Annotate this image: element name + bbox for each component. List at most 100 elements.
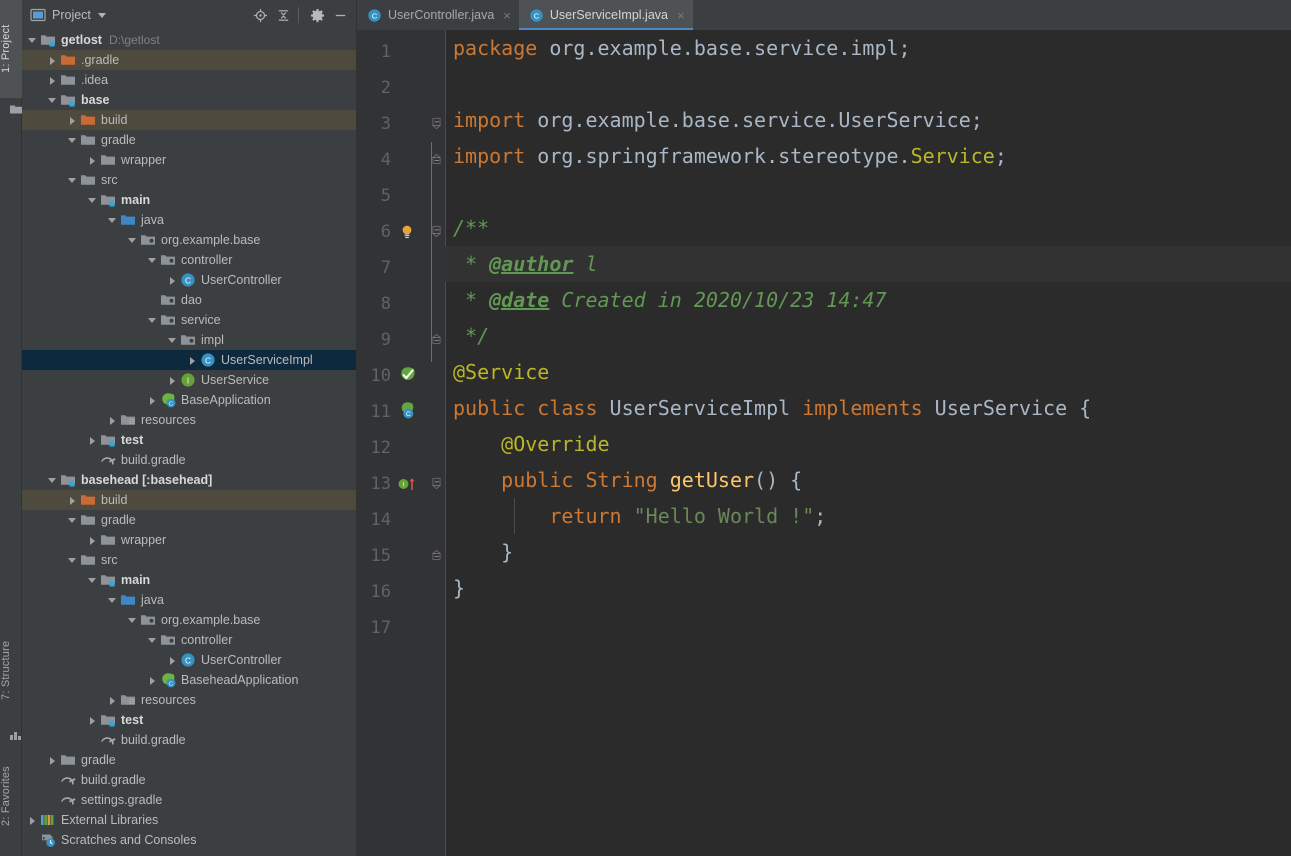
- chevron-right-icon[interactable]: [188, 356, 197, 365]
- chevron-right-icon[interactable]: [88, 436, 97, 445]
- code-line[interactable]: [445, 174, 1291, 210]
- tree-row[interactable]: dao: [22, 290, 356, 310]
- tree-row[interactable]: C BaseheadApplication: [22, 670, 356, 690]
- code-line[interactable]: [445, 606, 1291, 642]
- gutter-line[interactable]: 3: [357, 106, 445, 142]
- chevron-down-icon[interactable]: [88, 196, 97, 205]
- code-content[interactable]: package org.example.base.service.impl; i…: [445, 30, 1291, 856]
- code-line[interactable]: * @author l: [445, 246, 1291, 282]
- chevron-down-icon[interactable]: [108, 596, 117, 605]
- chevron-right-icon[interactable]: [148, 396, 157, 405]
- tree-row[interactable]: C UserServiceImpl: [22, 350, 356, 370]
- close-icon[interactable]: ×: [677, 9, 685, 22]
- spring-bean-check-icon[interactable]: [397, 366, 417, 386]
- tree-row[interactable]: I UserService: [22, 370, 356, 390]
- code-line[interactable]: import org.example.base.service.UserServ…: [445, 102, 1291, 138]
- chevron-right-icon[interactable]: [48, 76, 57, 85]
- chevron-right-icon[interactable]: [168, 656, 177, 665]
- locate-icon[interactable]: [250, 5, 270, 25]
- gutter-line[interactable]: 14: [357, 502, 445, 538]
- chevron-down-icon[interactable]: [68, 136, 77, 145]
- tree-row[interactable]: java: [22, 210, 356, 230]
- collapse-all-icon[interactable]: [273, 5, 293, 25]
- code-line[interactable]: return "Hello World !";: [445, 498, 1291, 534]
- tree-row[interactable]: base: [22, 90, 356, 110]
- chevron-down-icon[interactable]: [148, 636, 157, 645]
- code-line[interactable]: public String getUser() {: [445, 462, 1291, 498]
- chevron-down-icon[interactable]: [97, 12, 106, 18]
- code-line[interactable]: }: [445, 534, 1291, 570]
- editor-gutter[interactable]: 1 2 3 4 5 6 7 8 9 10 11 C 12 13 I 14 15 16 17: [357, 30, 445, 856]
- tree-row[interactable]: C UserController: [22, 650, 356, 670]
- fold-bottom-icon[interactable]: [430, 549, 443, 562]
- tree-row[interactable]: getlost D:\getlost: [22, 30, 356, 50]
- chevron-right-icon[interactable]: [108, 416, 117, 425]
- editor-tab[interactable]: C UserServiceImpl.java ×: [518, 0, 693, 30]
- chevron-right-icon[interactable]: [148, 676, 157, 685]
- gutter-line[interactable]: 16: [357, 574, 445, 610]
- chevron-right-icon[interactable]: [88, 716, 97, 725]
- tree-row[interactable]: C UserController: [22, 270, 356, 290]
- chevron-right-icon[interactable]: [168, 276, 177, 285]
- tree-row[interactable]: wrapper: [22, 150, 356, 170]
- gutter-line[interactable]: 12: [357, 430, 445, 466]
- chevron-down-icon[interactable]: [148, 256, 157, 265]
- chevron-down-icon[interactable]: [168, 336, 177, 345]
- tree-row[interactable]: External Libraries: [22, 810, 356, 830]
- tree-row[interactable]: test: [22, 430, 356, 450]
- tree-row[interactable]: src: [22, 550, 356, 570]
- chevron-down-icon[interactable]: [48, 96, 57, 105]
- tree-row[interactable]: wrapper: [22, 530, 356, 550]
- tree-row[interactable]: basehead [:basehead]: [22, 470, 356, 490]
- gutter-line[interactable]: 11 C: [357, 394, 445, 430]
- chevron-right-icon[interactable]: [68, 116, 77, 125]
- tree-row[interactable]: org.example.base: [22, 610, 356, 630]
- code-line[interactable]: @Service: [445, 354, 1291, 390]
- tree-row[interactable]: Scratches and Consoles: [22, 830, 356, 850]
- gear-icon[interactable]: [307, 5, 327, 25]
- code-line[interactable]: /**: [445, 210, 1291, 246]
- tree-row[interactable]: java: [22, 590, 356, 610]
- chevron-right-icon[interactable]: [108, 696, 117, 705]
- minimize-icon[interactable]: [330, 5, 350, 25]
- tree-row[interactable]: gradle: [22, 130, 356, 150]
- tree-row[interactable]: build.gradle: [22, 730, 356, 750]
- tree-row[interactable]: C BaseApplication: [22, 390, 356, 410]
- gutter-line[interactable]: 1: [357, 34, 445, 70]
- tree-row[interactable]: resources: [22, 690, 356, 710]
- implementing-method-icon[interactable]: I: [397, 474, 417, 494]
- tree-row[interactable]: resources: [22, 410, 356, 430]
- code-line[interactable]: [445, 66, 1291, 102]
- tree-row[interactable]: controller: [22, 250, 356, 270]
- code-line[interactable]: * @date Created in 2020/10/23 14:47: [445, 282, 1291, 318]
- code-line[interactable]: import org.springframework.stereotype.Se…: [445, 138, 1291, 174]
- tree-row[interactable]: build: [22, 110, 356, 130]
- tree-row[interactable]: build.gradle: [22, 450, 356, 470]
- tree-row[interactable]: impl: [22, 330, 356, 350]
- chevron-down-icon[interactable]: [148, 316, 157, 325]
- tree-row[interactable]: service: [22, 310, 356, 330]
- chevron-down-icon[interactable]: [68, 516, 77, 525]
- tree-row[interactable]: controller: [22, 630, 356, 650]
- gutter-line[interactable]: 17: [357, 610, 445, 646]
- chevron-down-icon[interactable]: [48, 476, 57, 485]
- code-viewport[interactable]: 1 2 3 4 5 6 7 8 9 10 11 C 12 13 I 14 15 16 17 package org.…: [357, 30, 1291, 856]
- gutter-line[interactable]: 15: [357, 538, 445, 574]
- project-tree[interactable]: getlost D:\getlost .gradle .idea base build gr…: [22, 30, 356, 856]
- spring-bean-class-icon[interactable]: C: [397, 402, 417, 422]
- tree-row[interactable]: build: [22, 490, 356, 510]
- gutter-line[interactable]: 13 I: [357, 466, 445, 502]
- rail-button-structure[interactable]: 7: Structure: [0, 614, 22, 726]
- code-line[interactable]: public class UserServiceImpl implements …: [445, 390, 1291, 426]
- tree-row[interactable]: main: [22, 190, 356, 210]
- tree-row[interactable]: test: [22, 710, 356, 730]
- tree-row[interactable]: settings.gradle: [22, 790, 356, 810]
- rail-button-project[interactable]: 1: Project: [0, 0, 22, 98]
- tree-row[interactable]: src: [22, 170, 356, 190]
- code-line[interactable]: }: [445, 570, 1291, 606]
- close-icon[interactable]: ×: [503, 9, 511, 22]
- code-line[interactable]: */: [445, 318, 1291, 354]
- lightbulb-icon[interactable]: [397, 222, 417, 242]
- tree-row[interactable]: .idea: [22, 70, 356, 90]
- tree-row[interactable]: org.example.base: [22, 230, 356, 250]
